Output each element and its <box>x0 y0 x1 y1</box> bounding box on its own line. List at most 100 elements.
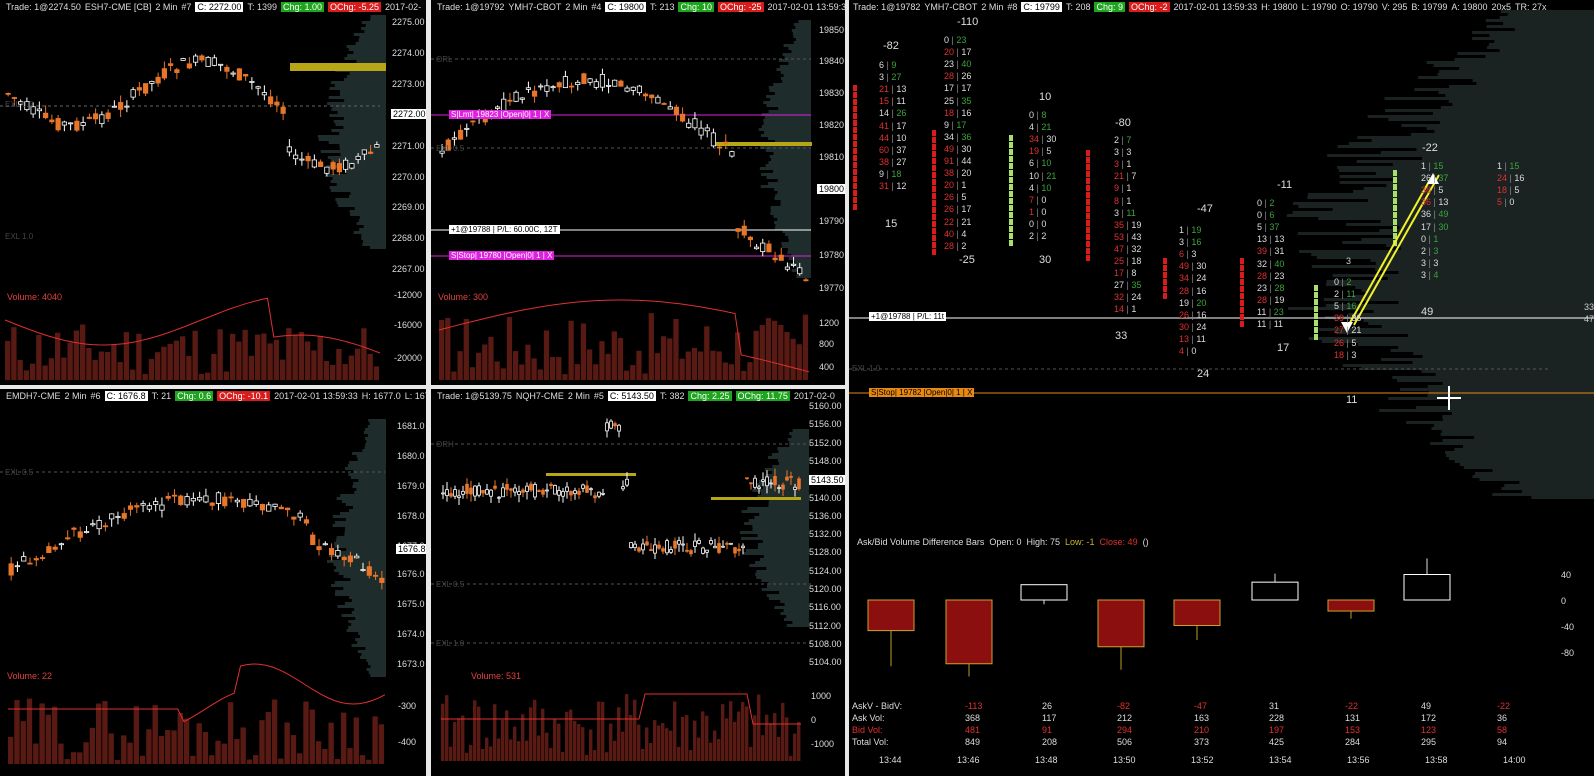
candle-body <box>130 89 136 98</box>
ym-volume-label: Volume: 300 <box>438 292 489 302</box>
candle-body <box>180 58 186 61</box>
candle-body <box>77 531 83 538</box>
diff-cell: 208 <box>1042 737 1058 747</box>
es-axis-tick: 2269.00 <box>392 202 425 212</box>
fp-ask-value: 32 <box>1131 243 1142 254</box>
candle-body <box>575 81 581 86</box>
volume-bar <box>476 352 482 380</box>
volume-bar <box>597 701 601 761</box>
volume-bar <box>457 351 463 380</box>
volume-bar <box>242 329 248 380</box>
volume-bar <box>477 706 481 761</box>
profile-row <box>335 198 386 201</box>
ym-chart-pane[interactable]: Trade: 1@19792 YMH7-CBOT 2 Min #4 C: 198… <box>431 0 845 385</box>
fp-bid-value: 31 <box>879 181 890 191</box>
volume-bar <box>102 701 108 764</box>
candle-body <box>372 574 379 577</box>
fp-position-tag[interactable]: +1@19788 | P/L: 11t <box>869 312 946 321</box>
profile-row <box>761 125 811 128</box>
candle-body <box>441 492 445 495</box>
candle-body <box>797 478 801 490</box>
nq-axis-tick: 5152.00 <box>809 437 842 448</box>
candle-body <box>118 102 124 110</box>
fp-ask-value: 21 <box>1046 170 1057 181</box>
pane-divider-h[interactable] <box>0 385 845 389</box>
pane-divider-v2[interactable] <box>845 0 849 776</box>
ym-limit-order-tag[interactable]: S|Lmt| 19823 |Open|0| 1 | X <box>449 110 552 119</box>
volume-bar <box>315 741 322 764</box>
fp-cell: 30 | 24 <box>1179 322 1206 332</box>
profile-row <box>1494 40 1594 43</box>
candle-body <box>159 504 165 511</box>
profile-row <box>752 489 809 492</box>
ym-stop-order-tag[interactable]: S|Stop| 19780 |Open|0| 1 | X <box>449 251 555 260</box>
fp-ask-value: 21 <box>1041 122 1052 133</box>
fp-bid-value: 91 <box>944 156 955 166</box>
delta-bar-seg <box>932 165 936 171</box>
delta-bar-seg <box>853 169 857 175</box>
profile-row <box>782 80 811 83</box>
profile-row <box>1348 142 1594 145</box>
fp-ask-value: 7 <box>1126 135 1132 145</box>
candle-body <box>630 86 636 91</box>
fp-ask-value: 1 <box>1131 304 1137 315</box>
fp-delta-bottom: 11 <box>1346 394 1358 406</box>
profile-row <box>1415 406 1594 409</box>
profile-row <box>1338 169 1594 172</box>
fp-ask-value: 1 <box>1433 233 1439 244</box>
profile-row <box>780 200 811 203</box>
fp-ask-value: 16 <box>1196 309 1207 320</box>
delta-bar-seg <box>932 158 936 164</box>
footprint-chart-pane[interactable]: Trade: 1@19782 YMH7-CBOT 2 Min #8 C: 197… <box>849 0 1594 776</box>
candle-body <box>495 106 501 109</box>
es-candles <box>5 53 380 177</box>
profile-row <box>1426 61 1594 64</box>
candle-body <box>661 103 667 105</box>
volume-bar <box>259 720 265 764</box>
profile-row <box>752 528 809 531</box>
volume-bar <box>209 755 215 764</box>
ym-position-tag[interactable]: +1@19788 | P/L: 60.00C, 12T <box>449 225 560 234</box>
profile-row <box>353 482 386 485</box>
diff-body <box>1403 574 1451 601</box>
fp-cell: 3 | 27 <box>879 72 901 82</box>
candle-body <box>485 489 489 495</box>
fp-cell: 49 | 30 <box>944 144 971 154</box>
fp-bid-value: 35 <box>1114 219 1125 230</box>
profile-row <box>347 464 386 467</box>
candle-body <box>74 120 80 131</box>
profile-row <box>771 453 809 456</box>
profile-row <box>1489 34 1594 37</box>
nq-chart-pane[interactable]: Trade: 1@5139.75 NQH7-CME 2 Min #5 C: 51… <box>431 389 845 766</box>
profile-row <box>367 434 386 437</box>
profile-row <box>336 497 386 500</box>
candle-body <box>625 478 629 486</box>
profile-row <box>1308 193 1594 196</box>
candle-body <box>234 499 240 503</box>
profile-row <box>346 548 386 551</box>
emd-chart-pane[interactable]: EMDH7-CME 2 Min #6 C: 1676.8 T: 21 Chg: … <box>0 389 426 766</box>
fp-cell: 21 | 7 <box>1114 171 1136 181</box>
profile-row <box>755 573 809 576</box>
es-chart-pane[interactable]: Trade: 1@2274.50 ESH7-CME [CB] 2 Min #7 … <box>0 0 426 385</box>
fp-ask-value: 31 <box>1274 246 1285 257</box>
candle-body <box>773 476 777 486</box>
fp-ask-value: 43 <box>1131 231 1142 242</box>
fp-cell: 3 | 16 <box>1179 237 1201 247</box>
delta-bar-seg <box>1086 171 1090 177</box>
volume-bar <box>513 726 517 761</box>
fp-bid-value: 36 <box>1421 209 1432 220</box>
candle-body <box>134 505 140 508</box>
profile-row <box>757 534 809 537</box>
volume-bar <box>311 350 317 380</box>
profile-row <box>777 459 809 462</box>
delta-bar-seg <box>1086 255 1090 261</box>
volume-bar <box>158 736 165 764</box>
fp-ask-value: 15 <box>1509 161 1520 171</box>
fp-stop-order-tag[interactable]: S|Stop| 19782 |Open|0| 1 | X <box>869 388 975 397</box>
fp-delta-bottom: -25 <box>959 254 975 266</box>
candle-body <box>704 127 710 132</box>
profile-row <box>1438 91 1594 94</box>
fp-bid-value: 18 <box>1334 349 1345 360</box>
fp-ask-value: 26 <box>896 108 907 119</box>
